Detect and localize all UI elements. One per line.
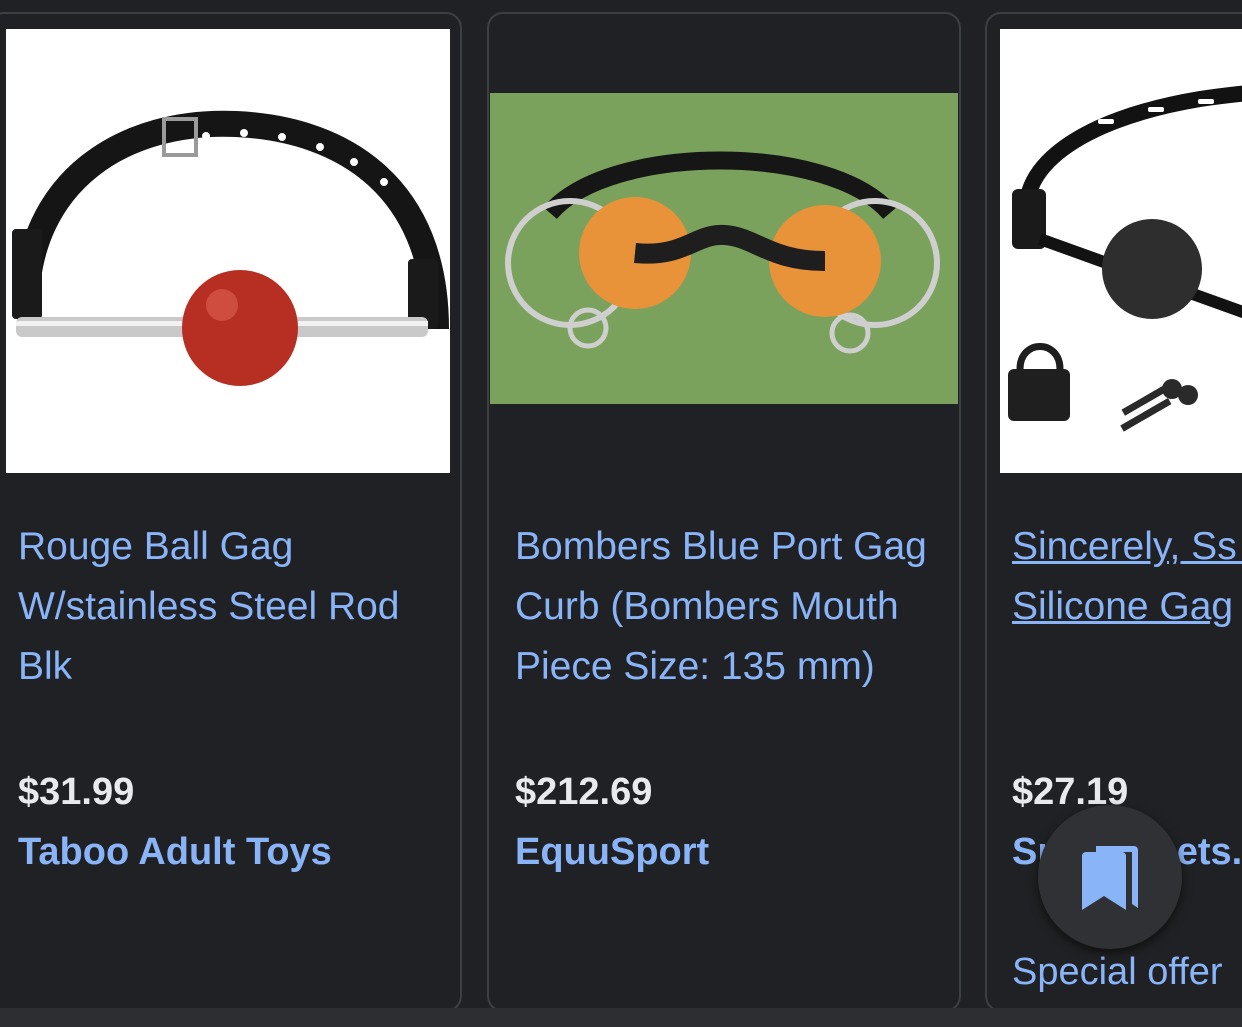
bookmarks-icon [1082,846,1138,910]
bottom-bar [0,1008,1242,1027]
product-card[interactable]: Rouge Ball Gag W/stainless Steel Rod Blk… [0,12,462,1012]
seller-name[interactable]: Taboo Adult Toys [18,831,332,874]
product-title-link[interactable]: Rouge Ball Gag W/stainless Steel Rod Blk [18,517,448,697]
product-image[interactable] [1000,29,1242,473]
product-price: $31.99 [18,771,135,813]
product-card[interactable]: Bombers Blue Port Gag Curb (Bombers Mout… [487,12,961,1012]
special-offer-label[interactable]: Special offer [1012,951,1223,994]
product-image[interactable] [6,29,450,473]
seller-name[interactable]: EquuSport [515,831,709,874]
bookmarks-fab-button[interactable] [1038,805,1182,949]
product-title-link[interactable]: Bombers Blue Port Gag Curb (Bombers Mout… [515,517,955,697]
product-title-link[interactable]: Sincerely, Ss Lace Silicone Gag [1012,517,1242,637]
product-image[interactable] [490,93,958,404]
product-price: $212.69 [515,771,653,813]
